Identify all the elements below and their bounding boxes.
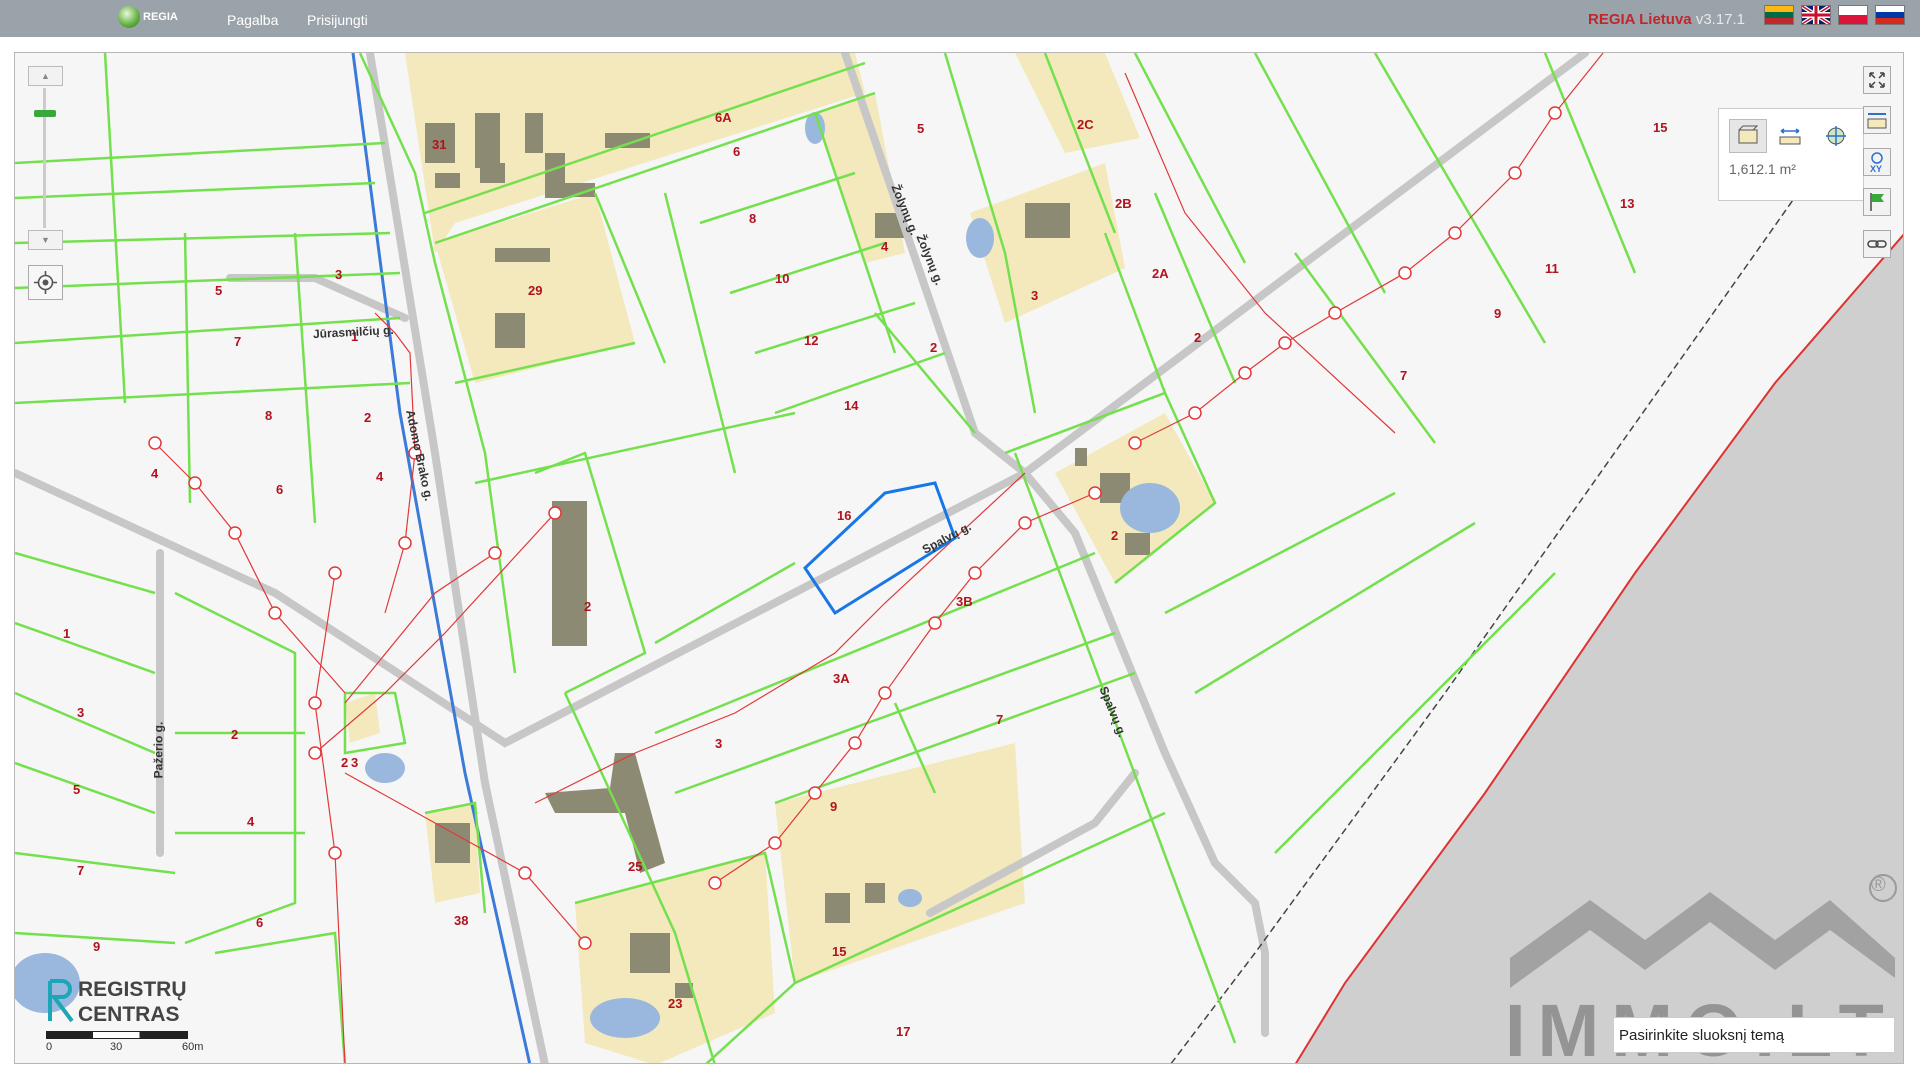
measure-icon bbox=[1867, 113, 1887, 129]
xy-coordinates-button[interactable]: XY bbox=[1863, 148, 1891, 176]
locate-button[interactable] bbox=[28, 265, 63, 300]
nav-login[interactable]: Prisijungti bbox=[307, 12, 368, 28]
street-label: Žolynų g. bbox=[913, 232, 947, 288]
rc-line2: CENTRAS bbox=[78, 1003, 180, 1026]
svg-text:XY: XY bbox=[1870, 164, 1882, 174]
regia-logo-text: REGIA bbox=[143, 11, 178, 23]
measured-area-value: 1,612.1 m² bbox=[1729, 161, 1796, 177]
street-label: Spalvų g. bbox=[919, 519, 974, 557]
registru-centras-text: REGISTRŲ CENTRAS bbox=[78, 977, 187, 1027]
zoom-in-button[interactable]: ▲ bbox=[28, 66, 63, 86]
street-label: Spalvų g. bbox=[1096, 684, 1130, 740]
street-label: Žolynų g. bbox=[888, 182, 922, 238]
pl-flag-icon[interactable] bbox=[1838, 5, 1868, 25]
scale-bar: 0 30 60m bbox=[46, 1031, 203, 1053]
layer-select[interactable]: Pasirinkite sluoksnį temą bbox=[1613, 1017, 1895, 1053]
scale-label-60: 60m bbox=[182, 1041, 204, 1053]
link-icon bbox=[1867, 240, 1887, 248]
xy-coordinates-icon: XY bbox=[1870, 152, 1883, 174]
regia-logo-icon bbox=[118, 6, 140, 28]
street-label: Adomo Brako g. bbox=[403, 408, 437, 503]
scale-label-30: 30 bbox=[110, 1041, 123, 1053]
locate-icon bbox=[34, 271, 57, 294]
fullscreen-icon bbox=[1869, 72, 1885, 88]
top-bar: REGIA Pagalba Prisijungti REGIA Lietuva … bbox=[0, 0, 1920, 37]
registered-mark: ® bbox=[1871, 874, 1886, 896]
rc-line1: REGISTRŲ bbox=[78, 978, 187, 1001]
street-label: Jūrasmilčių g. bbox=[312, 322, 395, 342]
version-label: v3.17.1 bbox=[1695, 11, 1746, 28]
nav-help[interactable]: Pagalba bbox=[227, 12, 278, 28]
measure-button[interactable] bbox=[1863, 106, 1891, 134]
fullscreen-button[interactable] bbox=[1863, 66, 1891, 94]
zoom-slider-handle[interactable] bbox=[34, 110, 56, 117]
scale-graphic bbox=[46, 1031, 188, 1039]
flag-icon bbox=[1870, 193, 1884, 211]
regia-logo[interactable]: REGIA bbox=[118, 6, 178, 28]
zoom-track[interactable] bbox=[43, 88, 46, 228]
coordinate-icon[interactable] bbox=[1823, 123, 1849, 149]
link-button[interactable] bbox=[1863, 230, 1891, 258]
scale-label-0: 0 bbox=[46, 1041, 53, 1053]
brand-title: REGIA Lietuva v3.17.1 bbox=[1588, 11, 1745, 28]
flag-button[interactable] bbox=[1863, 188, 1891, 216]
zoom-control: ▲ ▼ bbox=[28, 66, 63, 252]
street-label: Pažerio g. bbox=[151, 721, 166, 779]
brand-name: REGIA Lietuva bbox=[1588, 11, 1692, 28]
measure-length-icon[interactable] bbox=[1777, 123, 1803, 149]
measure-panel: 1,612.1 m² bbox=[1718, 108, 1864, 201]
zoom-out-button[interactable]: ▼ bbox=[28, 230, 63, 250]
lt-flag-icon[interactable] bbox=[1764, 5, 1794, 25]
ru-flag-icon[interactable] bbox=[1875, 5, 1905, 25]
measure-area-icon[interactable] bbox=[1729, 119, 1767, 153]
en-flag-icon[interactable] bbox=[1800, 4, 1832, 26]
registru-centras-logo: REGISTRŲ CENTRAS bbox=[46, 977, 196, 1038]
